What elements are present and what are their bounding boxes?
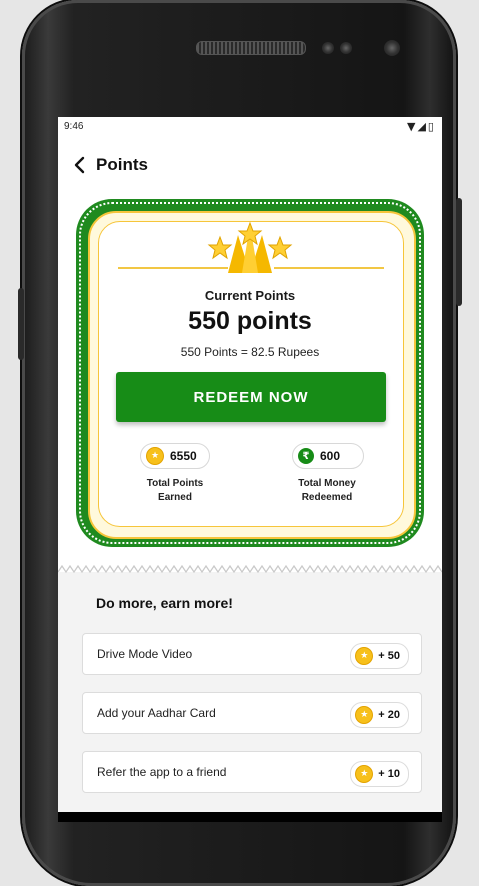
total-points-label: Total Points Earned (120, 477, 230, 505)
reward-value: + 10 (378, 768, 400, 780)
reward-value: + 50 (378, 650, 400, 662)
reward-badge: ★ + 10 (350, 761, 409, 787)
redeem-now-button[interactable]: REDEEM NOW (116, 372, 386, 422)
current-points-value: 550 points (188, 307, 312, 335)
sensor-icon (340, 42, 352, 54)
divider-left (118, 267, 228, 269)
power-button (456, 198, 462, 306)
star-coin-icon: ★ (355, 765, 374, 783)
earn-title: Do more, earn more! (96, 595, 233, 611)
stars-icon (207, 221, 293, 273)
points-conversion: 550 Points = 82.5 Rupees (180, 345, 320, 359)
status-bar: 9:46 ▼◢▯ (58, 117, 442, 137)
total-money-label: Total Money Redeemed (272, 477, 382, 505)
front-camera-icon (384, 40, 400, 56)
stat-label-line: Earned (158, 492, 192, 503)
current-points-label: Current Points (204, 288, 296, 303)
rupee-coin-icon: ₹ (298, 448, 314, 464)
task-label: Drive Mode Video (97, 647, 193, 661)
star-coin-icon: ★ (355, 706, 374, 724)
app-header: Points (58, 151, 442, 181)
stat-label-line: Redeemed (301, 492, 353, 503)
task-add-aadhar-card[interactable]: Add your Aadhar Card ★ + 20 (82, 692, 422, 734)
status-time: 9:46 (64, 121, 84, 132)
chevron-left-icon[interactable] (70, 155, 90, 175)
total-money-value: 600 (320, 449, 341, 463)
star-coin-icon: ★ (355, 647, 374, 665)
sensor-icon (322, 42, 334, 54)
star-coin-icon: ★ (146, 447, 164, 465)
task-refer-friend[interactable]: Refer the app to a friend ★ + 10 (82, 751, 422, 793)
task-label: Refer the app to a friend (97, 765, 227, 779)
stat-label-line: Total Money (298, 478, 356, 489)
total-points-pill: ★ 6550 (140, 443, 210, 469)
task-drive-mode-video[interactable]: Drive Mode Video ★ + 50 (82, 633, 422, 675)
reward-badge: ★ + 50 (350, 643, 409, 669)
stat-label-line: Total Points (146, 478, 204, 489)
page-title: Points (96, 155, 148, 174)
total-money-pill: ₹ 600 (292, 443, 364, 469)
reward-badge: ★ + 20 (350, 702, 409, 728)
earpiece-speaker (196, 41, 306, 55)
task-label: Add your Aadhar Card (97, 706, 216, 720)
screen-bottom-edge (58, 812, 442, 822)
volume-button (18, 288, 24, 360)
total-points-value: 6550 (170, 449, 197, 463)
reward-value: + 20 (378, 709, 400, 721)
divider-right (274, 267, 384, 269)
status-icons: ▼◢▯ (407, 120, 436, 133)
zigzag-divider (58, 564, 442, 574)
app-screen: 9:46 ▼◢▯ Points Current Points 550 point… (58, 117, 442, 812)
